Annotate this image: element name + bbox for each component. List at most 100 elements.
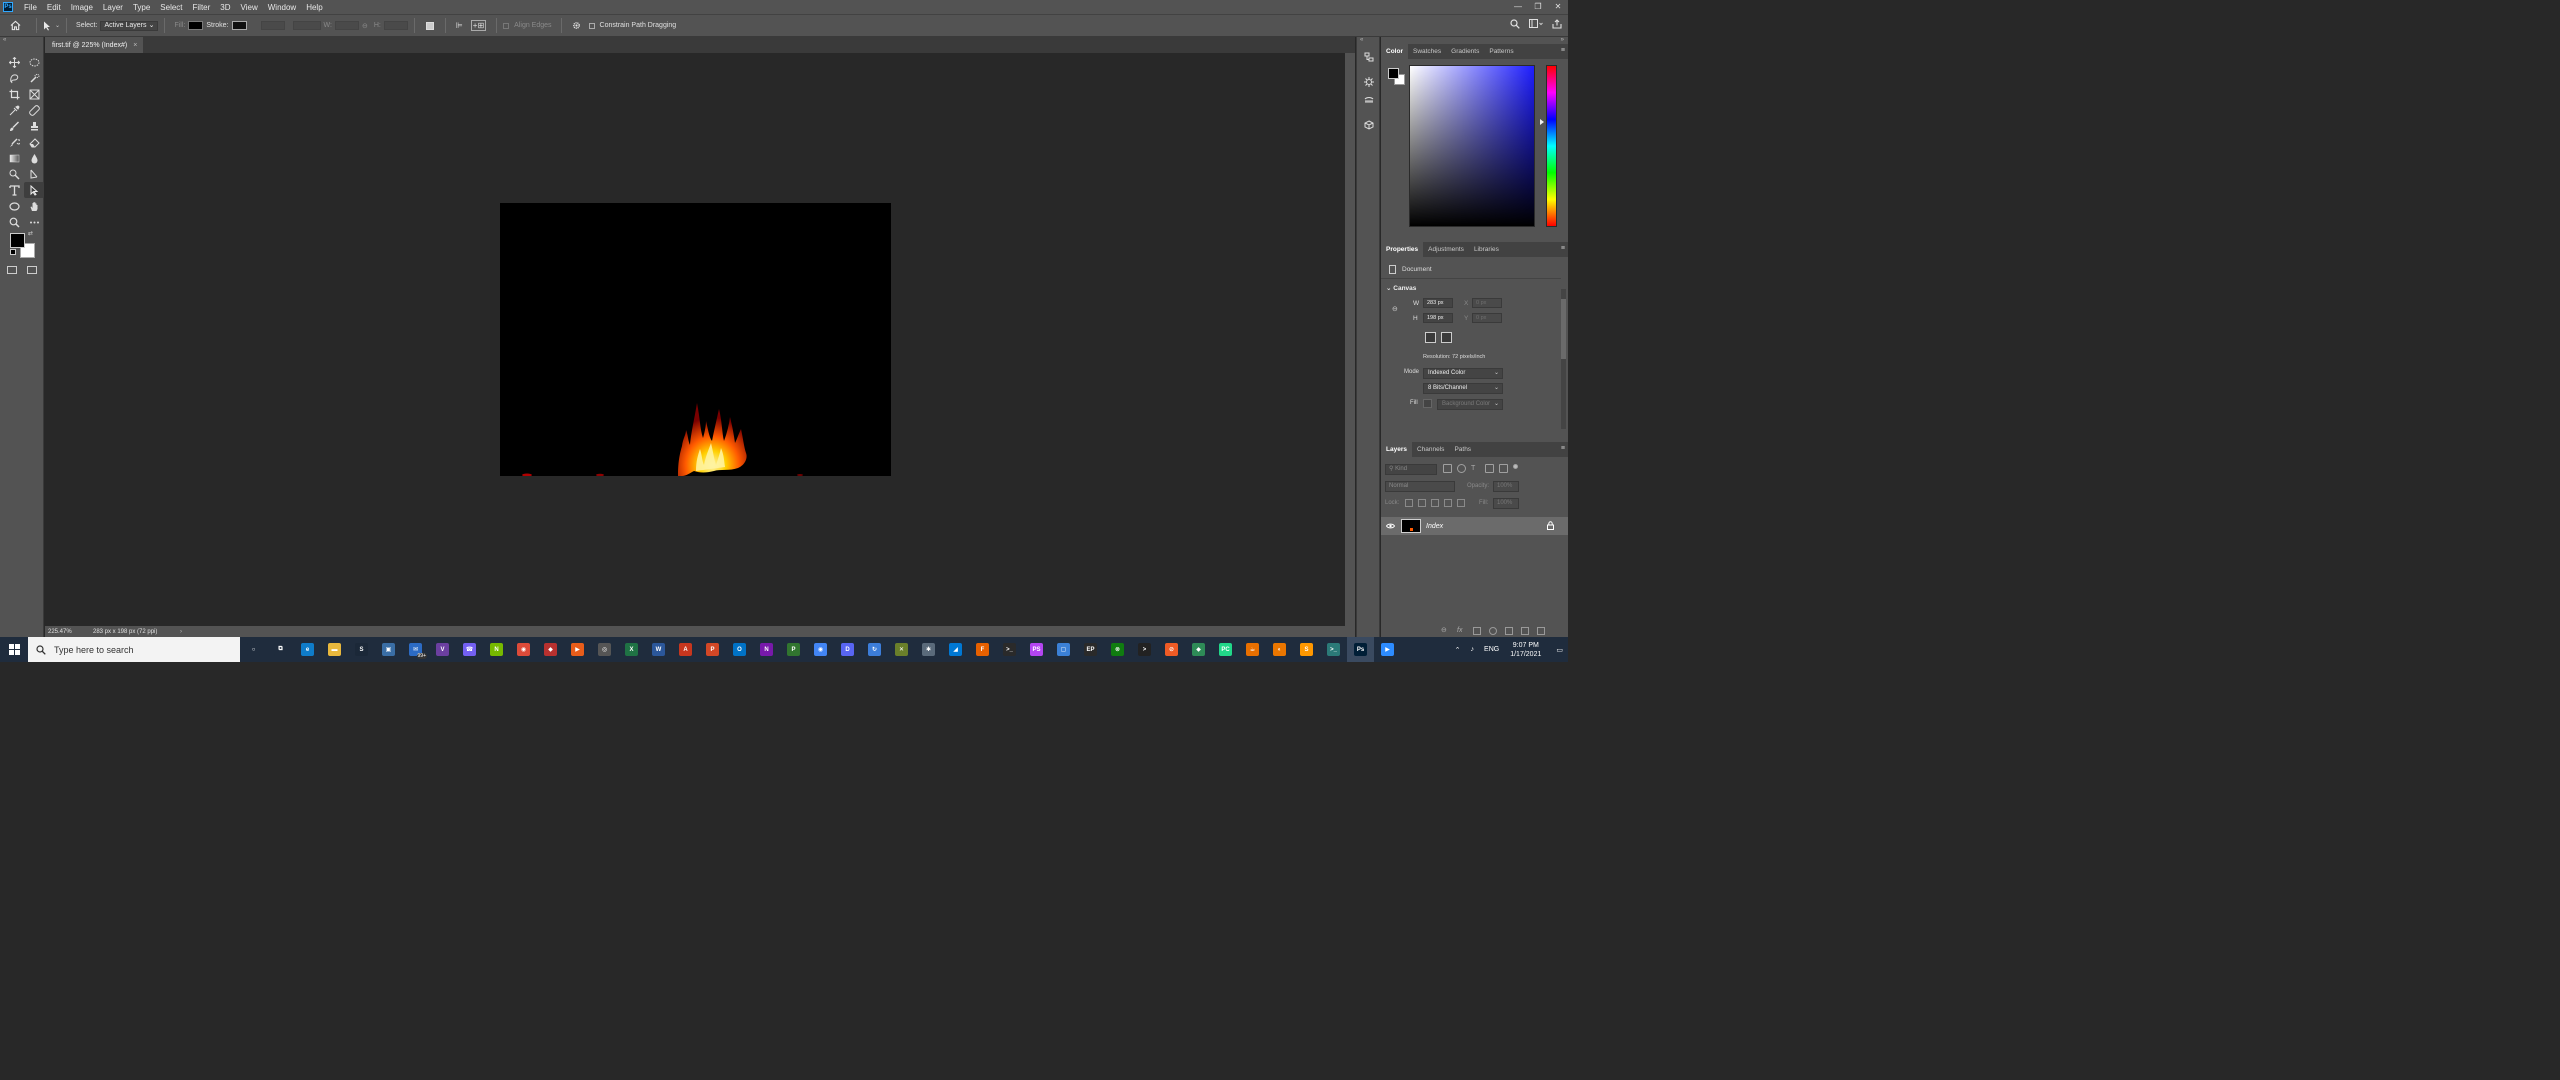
swap-colors-icon[interactable]: ⇄: [28, 230, 33, 237]
expand-panels-icon[interactable]: «: [1357, 37, 1379, 44]
taskbar-app-discord[interactable]: D: [834, 637, 861, 662]
taskbar-app-java[interactable]: ☕: [1239, 637, 1266, 662]
document-info[interactable]: 283 px x 198 px (72 ppi): [90, 629, 180, 635]
taskbar-app-antivirus[interactable]: ◆: [537, 637, 564, 662]
direct-selection-icon[interactable]: [24, 182, 44, 198]
hue-slider[interactable]: [1546, 65, 1557, 227]
taskbar-app-pycharm[interactable]: PC: [1212, 637, 1239, 662]
tab-swatches[interactable]: Swatches: [1408, 44, 1446, 59]
vertical-scrollbar[interactable]: [1345, 53, 1355, 626]
language-indicator[interactable]: ENG: [1484, 646, 1499, 653]
menu-filter[interactable]: Filter: [188, 3, 216, 12]
filter-toggle-icon[interactable]: [1513, 464, 1518, 469]
lock-transparent-icon[interactable]: [1405, 499, 1413, 507]
close-window-button[interactable]: ✕: [1548, 0, 1568, 14]
3d-panel-icon[interactable]: [1363, 119, 1375, 131]
properties-scrollbar[interactable]: [1561, 289, 1566, 429]
taskbar-app-blender[interactable]: ◐: [1266, 637, 1293, 662]
canvas-y-field[interactable]: 0 px: [1472, 313, 1502, 323]
fill-field[interactable]: 100%: [1493, 498, 1519, 509]
default-colors-icon[interactable]: [10, 249, 16, 255]
menu-help[interactable]: Help: [301, 3, 327, 12]
path-alignment-icon[interactable]: ⊫: [456, 21, 463, 30]
notifications-icon[interactable]: ▭: [1556, 646, 1563, 654]
taskbar-app-git[interactable]: ◆: [1185, 637, 1212, 662]
eyedropper-icon[interactable]: [4, 102, 24, 118]
tab-channels[interactable]: Channels: [1412, 442, 1449, 457]
add-mask-icon[interactable]: [1473, 627, 1481, 635]
stroke-type-dropdown[interactable]: [292, 21, 321, 30]
color-mode-dropdown[interactable]: Indexed Color ⌄: [1423, 368, 1503, 379]
taskbar-app-onenote[interactable]: N: [753, 637, 780, 662]
menu-window[interactable]: Window: [263, 3, 301, 12]
taskbar-app-excel[interactable]: X: [618, 637, 645, 662]
lock-all-icon[interactable]: [1457, 499, 1465, 507]
menu-select[interactable]: Select: [155, 3, 187, 12]
collapse-right-panels-icon[interactable]: »: [1381, 37, 1568, 44]
align-edges-checkbox[interactable]: [503, 22, 510, 29]
canvas-width-field[interactable]: 283 px: [1423, 298, 1453, 308]
search-icon[interactable]: [1510, 19, 1520, 29]
lock-position-icon[interactable]: [1431, 499, 1439, 507]
taskbar-app-terminal[interactable]: >_: [996, 637, 1023, 662]
stroke-width-field[interactable]: [260, 21, 285, 30]
color-swatches[interactable]: ⇄: [10, 230, 38, 259]
layer-name[interactable]: Index: [1426, 523, 1443, 530]
healing-brush-icon[interactable]: [24, 102, 44, 118]
dodge-tool-icon[interactable]: [4, 166, 24, 182]
menu-edit[interactable]: Edit: [42, 3, 66, 12]
more-tools-icon[interactable]: [24, 214, 44, 230]
clone-stamp-icon[interactable]: [24, 118, 44, 134]
tab-paths[interactable]: Paths: [1449, 442, 1476, 457]
fill-swatch[interactable]: [188, 21, 204, 30]
clock[interactable]: 9:07 PM 1/17/2021: [1510, 641, 1541, 659]
canvas-x-field[interactable]: 0 px: [1472, 298, 1502, 308]
restore-button[interactable]: ❐: [1528, 0, 1548, 14]
taskbar-app-epic-games[interactable]: EP: [1077, 637, 1104, 662]
screen-mode-button[interactable]: [27, 266, 37, 274]
quick-selection-icon[interactable]: [24, 70, 44, 86]
fill-color-swatch[interactable]: [1423, 399, 1432, 408]
layer-row[interactable]: Index: [1381, 517, 1568, 535]
tab-libraries[interactable]: Libraries: [1469, 242, 1504, 257]
taskbar-app-store[interactable]: ▣: [375, 637, 402, 662]
taskbar-app-puzzle[interactable]: ✱: [915, 637, 942, 662]
taskbar-app-mail[interactable]: ✉ 99+: [402, 637, 429, 662]
path-operations-icon[interactable]: [425, 21, 434, 30]
brushes-panel-icon[interactable]: [1363, 94, 1375, 106]
history-brush-icon[interactable]: [4, 134, 24, 150]
filter-pixel-icon[interactable]: [1443, 464, 1452, 473]
link-icon[interactable]: ⊖: [362, 22, 368, 30]
foreground-color-swatch[interactable]: [1388, 68, 1399, 79]
taskbar-search[interactable]: Type here to search: [28, 637, 240, 662]
frame-tool-icon[interactable]: [24, 86, 44, 102]
taskbar-app-edge[interactable]: e: [294, 637, 321, 662]
filter-smart-object-icon[interactable]: [1499, 464, 1508, 473]
tab-patterns[interactable]: Patterns: [1484, 44, 1518, 59]
visibility-eye-icon[interactable]: [1381, 523, 1399, 529]
taskbar-app-disc[interactable]: ◎: [591, 637, 618, 662]
taskbar-app-visual-studio[interactable]: V: [429, 637, 456, 662]
workspace-icon[interactable]: [1529, 19, 1543, 29]
minimize-button[interactable]: —: [1508, 0, 1528, 14]
taskbar-app-viber[interactable]: ☎: [456, 637, 483, 662]
start-button[interactable]: [0, 637, 28, 662]
taskbar-app-box[interactable]: ▢: [1050, 637, 1077, 662]
taskbar-app-photoshop[interactable]: Ps: [1347, 637, 1374, 662]
collapse-panel-icon[interactable]: «: [0, 37, 44, 44]
taskbar-app-console[interactable]: >: [1131, 637, 1158, 662]
new-group-icon[interactable]: [1505, 627, 1513, 635]
foreground-color-swatch[interactable]: [10, 233, 25, 248]
settings-gear-icon[interactable]: [572, 21, 581, 30]
taskbar-app-powerpoint[interactable]: P: [699, 637, 726, 662]
taskbar-app-zoom[interactable]: ▶: [1374, 637, 1401, 662]
taskbar-app-vscode[interactable]: ◢: [942, 637, 969, 662]
eraser-tool-icon[interactable]: [24, 134, 44, 150]
quick-mask-button[interactable]: [7, 266, 17, 274]
taskbar-app-postman[interactable]: ⊘: [1158, 637, 1185, 662]
opacity-field[interactable]: 100%: [1493, 481, 1519, 492]
link-dimensions-icon[interactable]: ⊖: [1392, 305, 1398, 313]
panel-menu-icon[interactable]: ≡: [1561, 245, 1565, 252]
taskbar-app-steam[interactable]: S: [348, 637, 375, 662]
taskbar-app-media-player[interactable]: ▶: [564, 637, 591, 662]
